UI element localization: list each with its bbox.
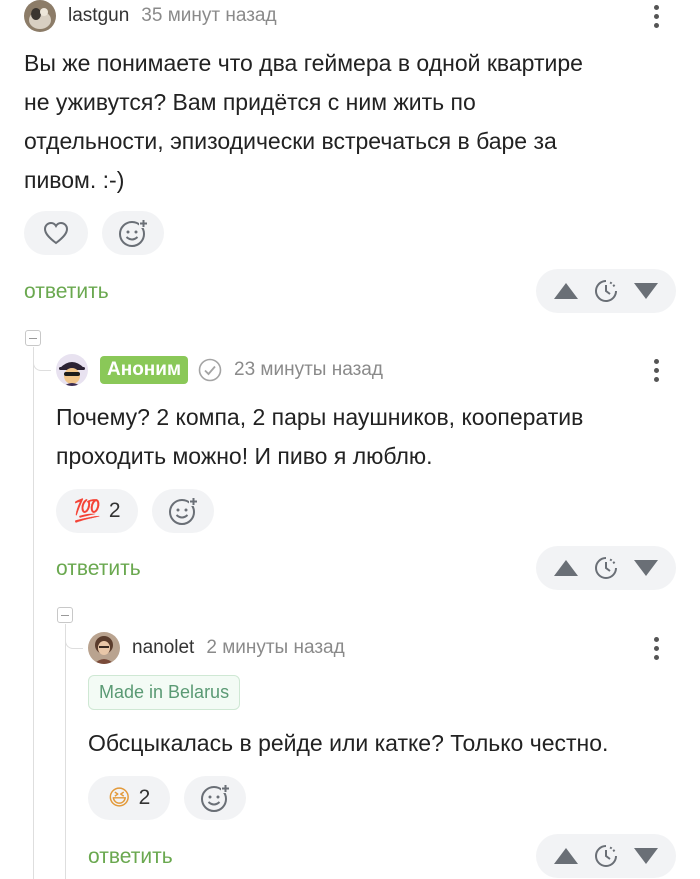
upvote-icon[interactable] bbox=[550, 275, 582, 307]
collapse-icon[interactable] bbox=[57, 607, 73, 623]
verified-check-icon bbox=[198, 358, 222, 382]
reaction-count: 2 bbox=[108, 499, 121, 522]
vote-panel bbox=[536, 269, 676, 313]
downvote-icon[interactable] bbox=[630, 275, 662, 307]
add-reaction-button[interactable] bbox=[102, 211, 164, 255]
comment-time: 2 минуты назад bbox=[206, 637, 345, 658]
avatar[interactable] bbox=[88, 632, 120, 664]
anonymous-badge[interactable]: Аноним bbox=[100, 356, 189, 384]
comment-header: nanolet 2 минуты назад bbox=[88, 632, 345, 664]
upvote-icon[interactable] bbox=[550, 552, 582, 584]
later-icon[interactable] bbox=[590, 275, 622, 307]
comment-text: Вы же понимаете что два геймера в одной … bbox=[24, 44, 684, 200]
kebab-menu-icon[interactable] bbox=[646, 632, 666, 664]
comment-text-line: не уживутся? Вам придётся с ним жить по bbox=[24, 89, 476, 115]
later-icon[interactable] bbox=[590, 840, 622, 872]
kebab-menu-icon[interactable] bbox=[646, 354, 666, 386]
reply-link[interactable]: ответить bbox=[56, 557, 141, 581]
thread-line bbox=[33, 347, 34, 879]
thread-line bbox=[65, 624, 66, 879]
comment-time: 23 минуты назад bbox=[234, 359, 383, 380]
comment-text-line: Почему? 2 компа, 2 пары наушников, коопе… bbox=[56, 404, 584, 430]
comment-text-line: отдельности, эпизодически встречаться в … bbox=[24, 128, 557, 154]
username[interactable]: lastgun bbox=[68, 5, 129, 27]
reaction-button[interactable]: 💯 2 bbox=[56, 489, 138, 533]
add-reaction-button[interactable] bbox=[184, 776, 246, 820]
add-emoji-icon bbox=[201, 784, 230, 812]
vote-panel bbox=[536, 546, 676, 590]
comment-time: 35 минут назад bbox=[141, 5, 277, 26]
avatar[interactable] bbox=[56, 354, 88, 386]
add-reaction-button[interactable] bbox=[152, 489, 214, 533]
reply-link[interactable]: ответить bbox=[24, 280, 109, 304]
collapse-icon[interactable] bbox=[25, 330, 41, 346]
user-tag[interactable]: Made in Belarus bbox=[88, 675, 241, 710]
comment-text: Почему? 2 компа, 2 пары наушников, коопе… bbox=[56, 398, 686, 476]
username[interactable]: nanolet bbox=[132, 637, 194, 659]
add-emoji-icon bbox=[169, 497, 198, 525]
downvote-icon[interactable] bbox=[630, 840, 662, 872]
later-icon[interactable] bbox=[590, 552, 622, 584]
comment-text-line: Обсцыкалась в рейде или катке? Только че… bbox=[88, 730, 609, 756]
laughing-face-icon: 😆 bbox=[107, 785, 131, 811]
heart-icon bbox=[43, 221, 69, 245]
thread-elbow bbox=[33, 347, 51, 371]
vote-panel bbox=[536, 834, 676, 878]
reaction-button[interactable]: 😆 2 bbox=[88, 776, 170, 820]
hundred-points-icon: 💯 bbox=[73, 498, 101, 524]
comment-header: lastgun 35 минут назад bbox=[24, 0, 277, 32]
avatar[interactable] bbox=[24, 0, 56, 32]
comment-header: Аноним 23 минуты назад bbox=[56, 354, 383, 386]
comment-text-line: пивом. :-) bbox=[24, 167, 125, 193]
reply-link[interactable]: ответить bbox=[88, 845, 173, 869]
thread-elbow bbox=[65, 624, 83, 649]
comment-text-line: проходить можно! И пиво я люблю. bbox=[56, 443, 433, 469]
like-button[interactable] bbox=[24, 211, 88, 255]
comment-text: Обсцыкалась в рейде или катке? Только че… bbox=[88, 724, 688, 763]
downvote-icon[interactable] bbox=[630, 552, 662, 584]
reaction-count: 2 bbox=[138, 786, 151, 809]
kebab-menu-icon[interactable] bbox=[646, 0, 666, 32]
comment-text-line: Вы же понимаете что два геймера в одной … bbox=[24, 50, 583, 76]
upvote-icon[interactable] bbox=[550, 840, 582, 872]
add-emoji-icon bbox=[119, 219, 148, 247]
